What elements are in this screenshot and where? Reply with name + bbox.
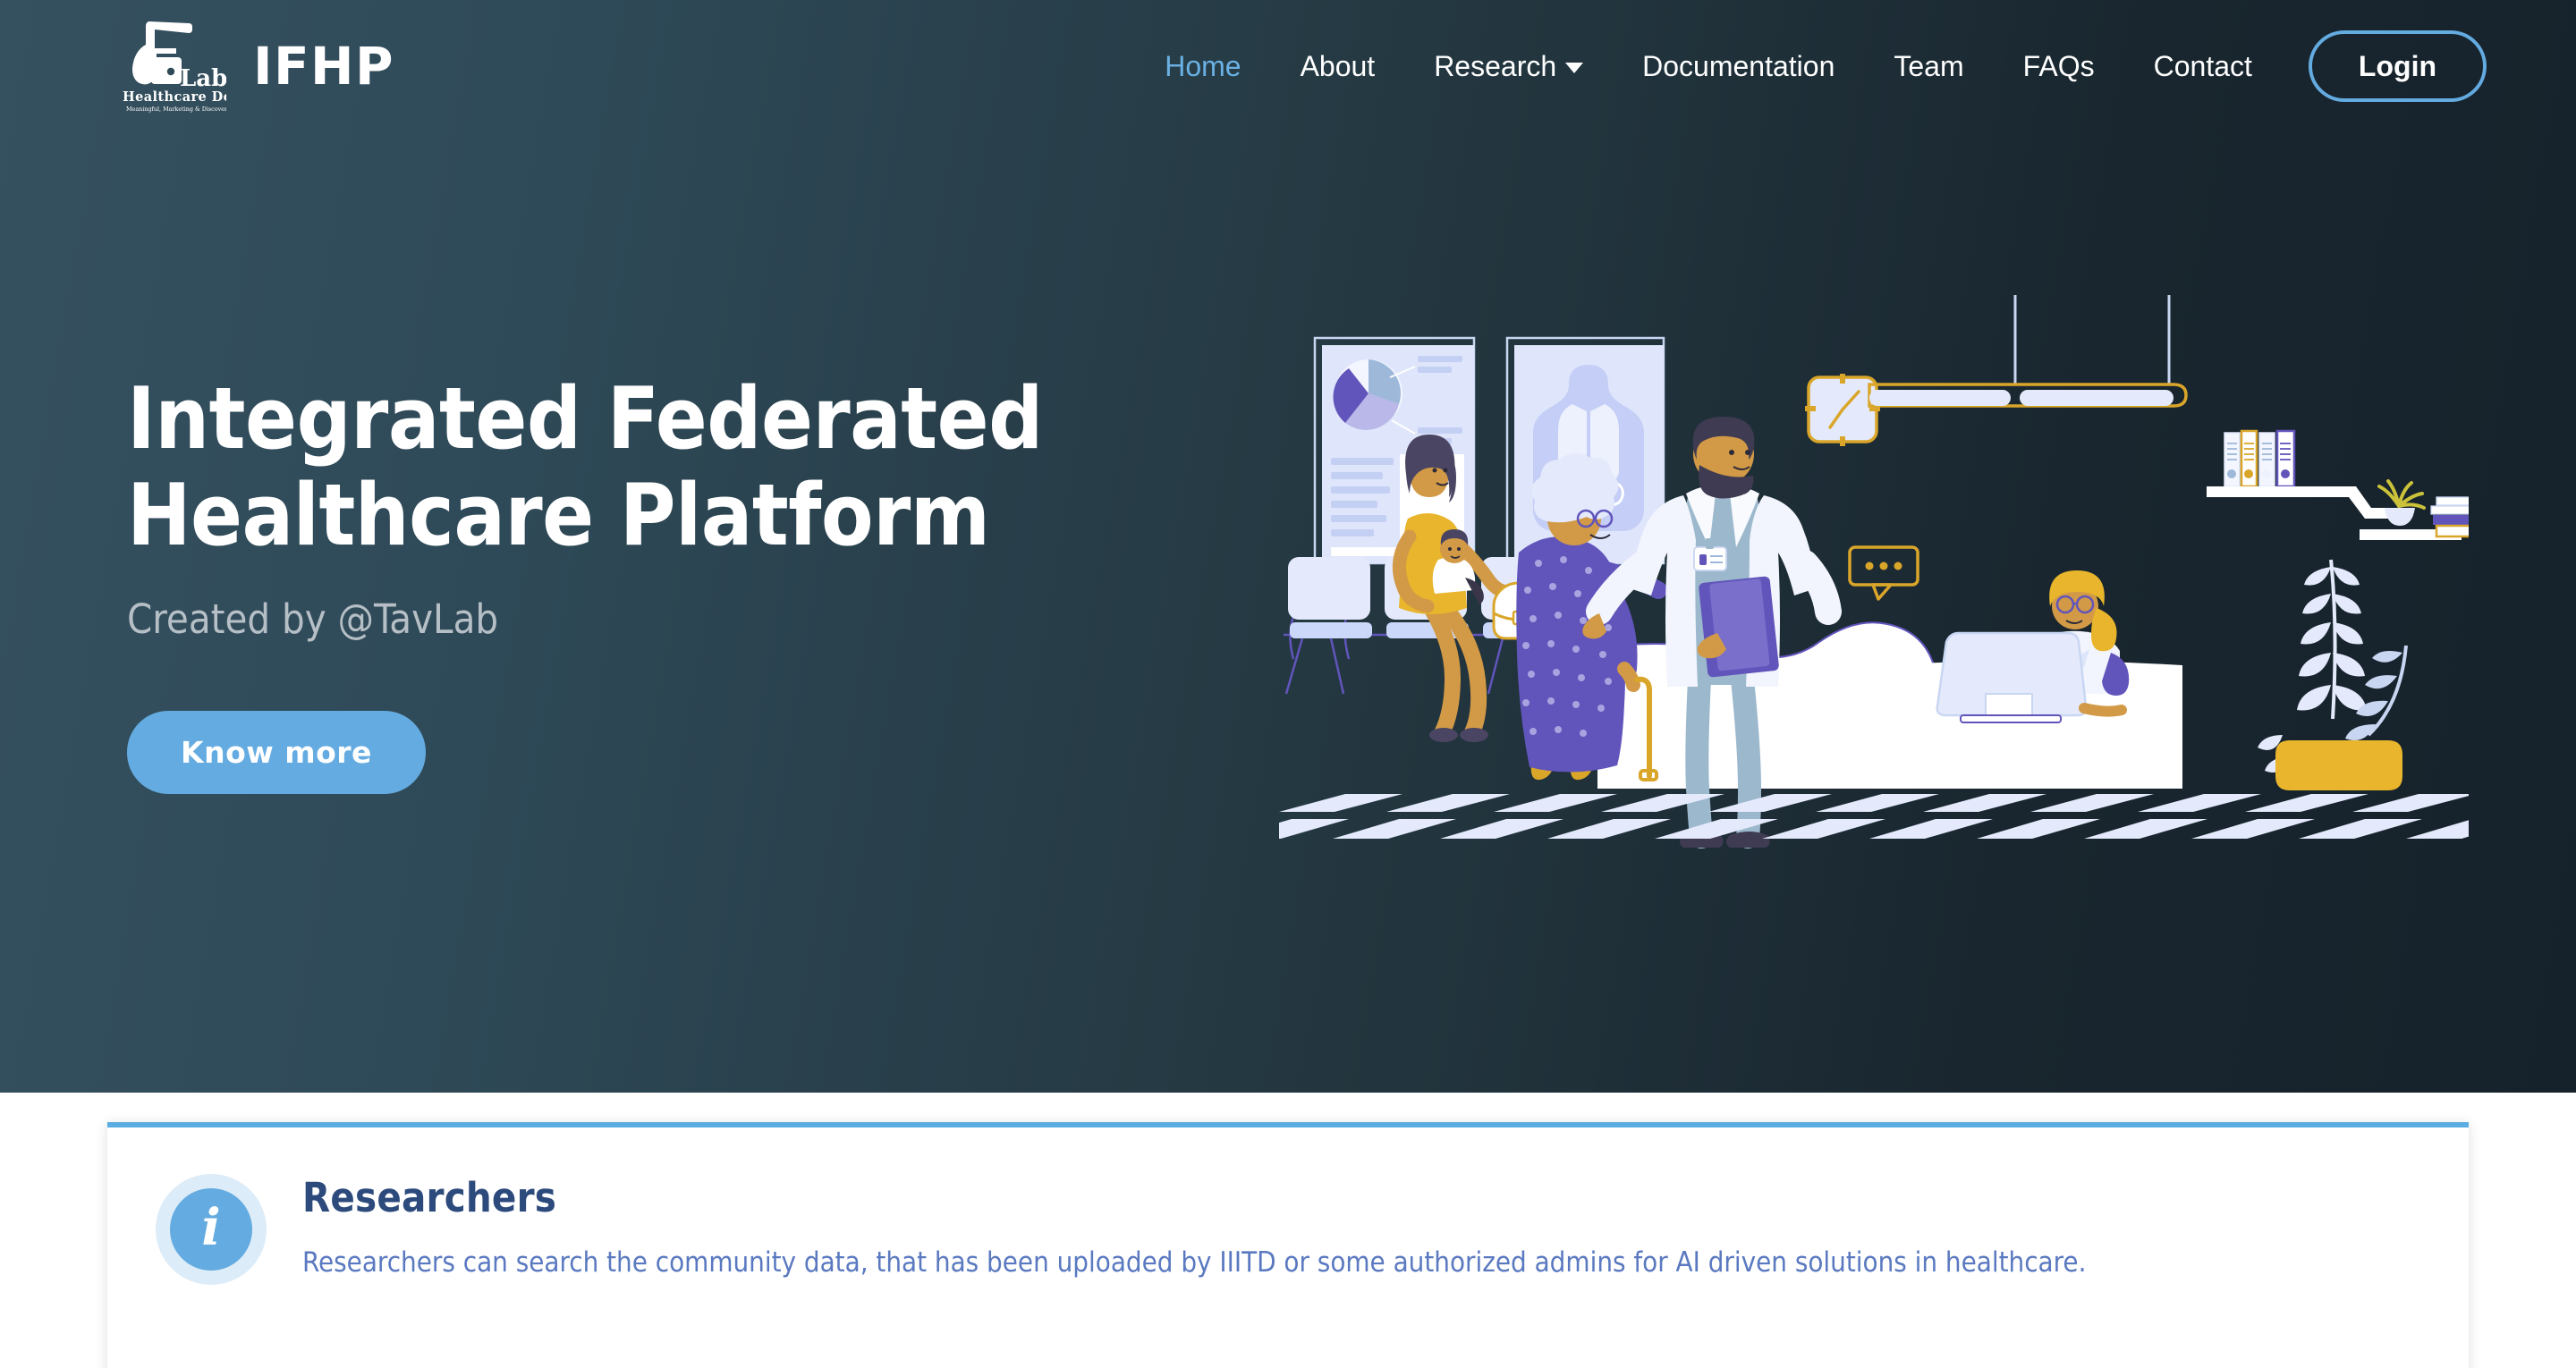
page-title: Integrated Federated Healthcare Platform <box>127 371 1165 565</box>
potted-plant <box>2258 559 2408 790</box>
info-icon: i <box>170 1188 252 1271</box>
hero-text-block: Integrated Federated Healthcare Platform… <box>127 371 1165 794</box>
chevron-down-icon <box>1565 63 1584 73</box>
checkered-floor <box>1279 794 2469 839</box>
researchers-card: i Researchers Researchers can search the… <box>107 1122 2469 1368</box>
svg-text:Healthcare Decisions: Healthcare Decisions <box>123 89 226 105</box>
nav-item-about-label: About <box>1300 50 1376 82</box>
nav-item-faqs[interactable]: FAQs <box>1994 52 2124 80</box>
wall-shelf <box>2207 429 2469 540</box>
navbar: Lab Healthcare Decisions Meaningful, Mar… <box>0 0 2576 132</box>
login-button[interactable]: Login <box>2308 30 2487 102</box>
nav-item-home[interactable]: Home <box>1135 52 1270 80</box>
brand-title: IFHP <box>253 36 394 97</box>
hero-title-line1: Integrated Federated <box>127 370 1043 469</box>
svg-text:Lab: Lab <box>180 65 226 92</box>
ceiling-lamp <box>1868 295 2188 408</box>
nav-item-faqs-label: FAQs <box>2022 50 2095 82</box>
nav-item-research-label: Research <box>1434 50 1557 82</box>
chat-bubble-icon <box>1848 545 1919 601</box>
brand[interactable]: Lab Healthcare Decisions Meaningful, Mar… <box>121 18 394 114</box>
nav-item-home-label: Home <box>1165 50 1241 82</box>
nav-links: Home About Research Documentation Team F… <box>1135 30 2487 102</box>
tavlab-logo-icon: Lab Healthcare Decisions Meaningful, Mar… <box>121 18 292 114</box>
researchers-section: i Researchers Researchers can search the… <box>0 1093 2576 1368</box>
nav-item-research[interactable]: Research <box>1404 52 1613 80</box>
researchers-card-description: Researchers can search the community dat… <box>302 1246 2087 1279</box>
nav-item-team[interactable]: Team <box>1864 52 1993 80</box>
svg-text:Meaningful, Marketing & Discov: Meaningful, Marketing & Discovery, not a… <box>126 106 226 113</box>
nav-item-contact-label: Contact <box>2153 50 2252 82</box>
nav-item-documentation[interactable]: Documentation <box>1613 52 1864 80</box>
hero-title-line2: Healthcare Platform <box>127 467 990 566</box>
clinic-reception-illustration <box>1279 295 2469 921</box>
researchers-card-title: Researchers <box>302 1174 557 1221</box>
hero-subtitle: Created by @TavLab <box>127 595 499 643</box>
hero-section: Lab Healthcare Decisions Meaningful, Mar… <box>0 0 2576 1093</box>
nav-item-team-label: Team <box>1894 50 1964 82</box>
nav-item-contact[interactable]: Contact <box>2124 52 2282 80</box>
nav-item-documentation-label: Documentation <box>1642 50 1835 82</box>
info-icon-ring: i <box>156 1174 267 1285</box>
nav-item-about[interactable]: About <box>1271 52 1405 80</box>
know-more-button[interactable]: Know more <box>127 710 426 794</box>
